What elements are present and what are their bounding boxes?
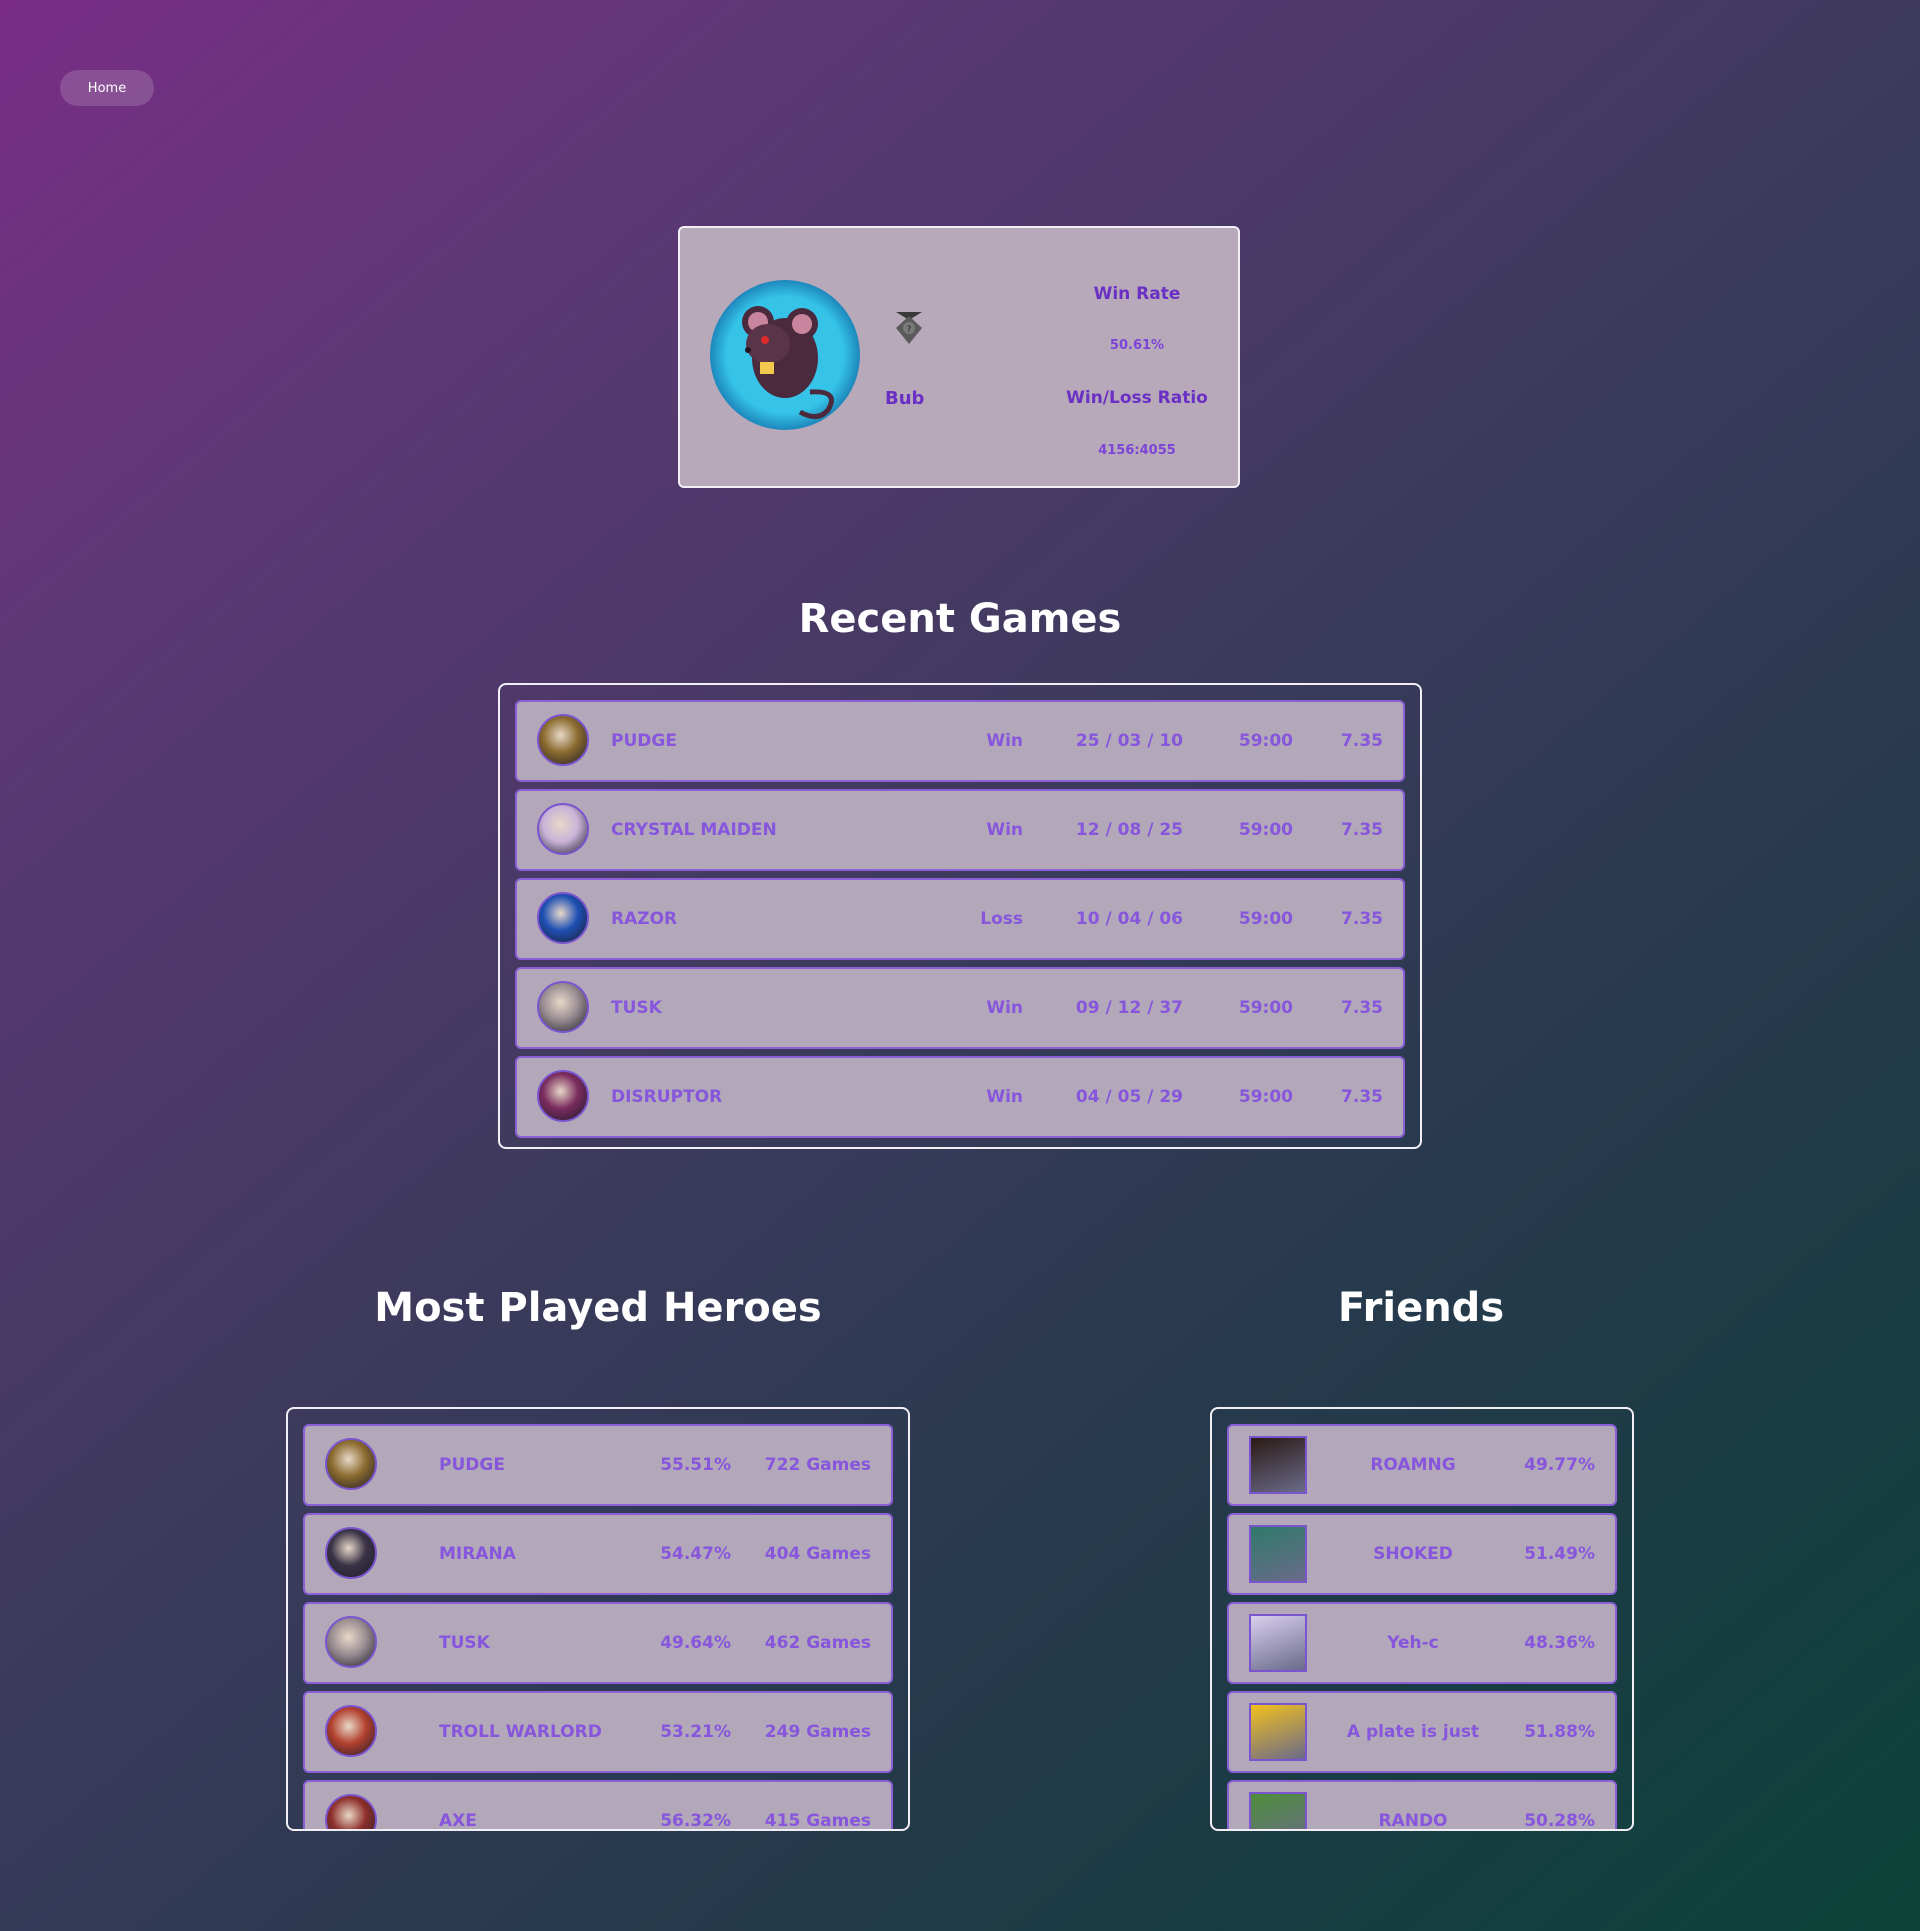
friend-name: RANDO <box>1378 1811 1448 1831</box>
friend-avatar-icon <box>1249 1525 1307 1583</box>
most-played-heroes-panel: PUDGE 55.51% 722 Games MIRANA 54.47% 404 Game… <box>286 1407 910 1831</box>
game-patch: 7.35 <box>1341 909 1383 929</box>
hero-portrait-icon <box>325 1616 377 1668</box>
win-rate-label: Win Rate <box>1093 284 1181 304</box>
hero-row[interactable]: PUDGE 55.51% 722 Games <box>303 1424 893 1506</box>
hero-name: DISRUPTOR <box>611 1087 723 1107</box>
hero-name: TUSK <box>439 1633 490 1653</box>
hero-games-count: 722 Games <box>764 1455 871 1475</box>
profile-card: ? Bub Win Rate 50.61% Win/Loss Ratio 415… <box>678 226 1240 488</box>
game-duration: 59:00 <box>1238 731 1293 751</box>
friends-panel: ROAMNG 49.77% SHOKED 51.49% Yeh-c 48.36% A pla… <box>1210 1407 1634 1831</box>
hero-row[interactable]: AXE 56.32% 415 Games <box>303 1780 893 1831</box>
game-patch: 7.35 <box>1341 820 1383 840</box>
hero-portrait-icon <box>537 803 589 855</box>
hero-win-rate: 55.51% <box>660 1455 731 1475</box>
hero-games-count: 404 Games <box>764 1544 871 1564</box>
most-played-heroes-title: Most Played Heroes <box>374 1285 822 1331</box>
kda: 25 / 03 / 10 <box>1075 731 1183 751</box>
game-duration: 59:00 <box>1238 998 1293 1018</box>
game-duration: 59:00 <box>1238 909 1293 929</box>
game-patch: 7.35 <box>1341 1087 1383 1107</box>
friend-name: A plate is just <box>1346 1722 1480 1742</box>
kda: 04 / 05 / 29 <box>1075 1087 1183 1107</box>
game-duration: 59:00 <box>1238 820 1293 840</box>
win-loss-ratio-value: 4156:4055 <box>1098 443 1176 458</box>
hero-portrait-icon <box>325 1527 377 1579</box>
kda: 09 / 12 / 37 <box>1075 998 1183 1018</box>
game-result: Win <box>986 1087 1023 1107</box>
hero-win-rate: 54.47% <box>660 1544 731 1564</box>
win-rate-value: 50.61% <box>1109 338 1165 353</box>
friends-title: Friends <box>1337 1285 1505 1331</box>
friend-win-rate: 50.28% <box>1524 1811 1595 1831</box>
friend-avatar-icon <box>1249 1792 1307 1829</box>
recent-game-row[interactable]: DISRUPTOR Win 04 / 05 / 29 59:00 7.35 <box>515 1056 1405 1138</box>
friend-win-rate: 51.49% <box>1524 1544 1595 1564</box>
friend-name: ROAMNG <box>1370 1455 1456 1475</box>
hero-portrait-icon <box>325 1438 377 1490</box>
hero-row[interactable]: TUSK 49.64% 462 Games <box>303 1602 893 1684</box>
recent-game-row[interactable]: TUSK Win 09 / 12 / 37 59:00 7.35 <box>515 967 1405 1049</box>
friend-avatar-icon <box>1249 1436 1307 1494</box>
game-patch: 7.35 <box>1341 998 1383 1018</box>
hero-row[interactable]: TROLL WARLORD 53.21% 249 Games <box>303 1691 893 1773</box>
hero-name: RAZOR <box>611 909 678 929</box>
hero-portrait-icon <box>325 1794 377 1829</box>
friend-avatar-icon <box>1249 1703 1307 1761</box>
recent-game-row[interactable]: CRYSTAL MAIDEN Win 12 / 08 / 25 59:00 7.35 <box>515 789 1405 871</box>
hero-win-rate: 49.64% <box>660 1633 731 1653</box>
hero-name: PUDGE <box>439 1455 505 1475</box>
hero-portrait-icon <box>537 714 589 766</box>
hero-win-rate: 56.32% <box>660 1811 731 1831</box>
friend-row[interactable]: SHOKED 51.49% <box>1227 1513 1617 1595</box>
game-result: Win <box>986 998 1023 1018</box>
svg-text:?: ? <box>907 325 912 335</box>
hero-name: PUDGE <box>611 731 677 751</box>
friend-avatar-icon <box>1249 1614 1307 1672</box>
recent-games-title: Recent Games <box>798 596 1122 642</box>
rat-avatar-icon <box>710 280 860 430</box>
game-patch: 7.35 <box>1341 731 1383 751</box>
recent-game-row[interactable]: RAZOR Loss 10 / 04 / 06 59:00 7.35 <box>515 878 1405 960</box>
friend-win-rate: 49.77% <box>1524 1455 1595 1475</box>
hero-portrait-icon <box>537 892 589 944</box>
friend-row[interactable]: A plate is just 51.88% <box>1227 1691 1617 1773</box>
recent-game-row[interactable]: PUDGE Win 25 / 03 / 10 59:00 7.35 <box>515 700 1405 782</box>
player-name: Bub <box>885 388 925 409</box>
hero-row[interactable]: MIRANA 54.47% 404 Games <box>303 1513 893 1595</box>
rank-medal-icon: ? <box>896 312 922 344</box>
hero-name: TROLL WARLORD <box>439 1722 602 1742</box>
game-result: Loss <box>980 909 1023 929</box>
hero-portrait-icon <box>537 1070 589 1122</box>
hero-name: TUSK <box>611 998 662 1018</box>
game-duration: 59:00 <box>1238 1087 1293 1107</box>
friend-row[interactable]: ROAMNG 49.77% <box>1227 1424 1617 1506</box>
hero-portrait-icon <box>325 1705 377 1757</box>
hero-name: AXE <box>439 1811 477 1831</box>
hero-games-count: 415 Games <box>764 1811 871 1831</box>
hero-portrait-icon <box>537 981 589 1033</box>
kda: 12 / 08 / 25 <box>1075 820 1183 840</box>
home-button[interactable]: Home <box>60 70 154 106</box>
hero-win-rate: 53.21% <box>660 1722 731 1742</box>
game-result: Win <box>986 820 1023 840</box>
friend-name: Yeh-c <box>1387 1633 1439 1653</box>
recent-games-panel: PUDGE Win 25 / 03 / 10 59:00 7.35 CRYSTAL MAI… <box>498 683 1422 1149</box>
friend-name: SHOKED <box>1373 1544 1453 1564</box>
hero-games-count: 462 Games <box>764 1633 871 1653</box>
hero-games-count: 249 Games <box>764 1722 871 1742</box>
game-result: Win <box>986 731 1023 751</box>
win-loss-ratio-label: Win/Loss Ratio <box>1066 388 1208 408</box>
friend-win-rate: 51.88% <box>1524 1722 1595 1742</box>
friend-row[interactable]: Yeh-c 48.36% <box>1227 1602 1617 1684</box>
friend-row[interactable]: RANDO 50.28% <box>1227 1780 1617 1831</box>
kda: 10 / 04 / 06 <box>1075 909 1183 929</box>
hero-name: CRYSTAL MAIDEN <box>611 820 777 840</box>
hero-name: MIRANA <box>439 1544 516 1564</box>
friend-win-rate: 48.36% <box>1524 1633 1595 1653</box>
